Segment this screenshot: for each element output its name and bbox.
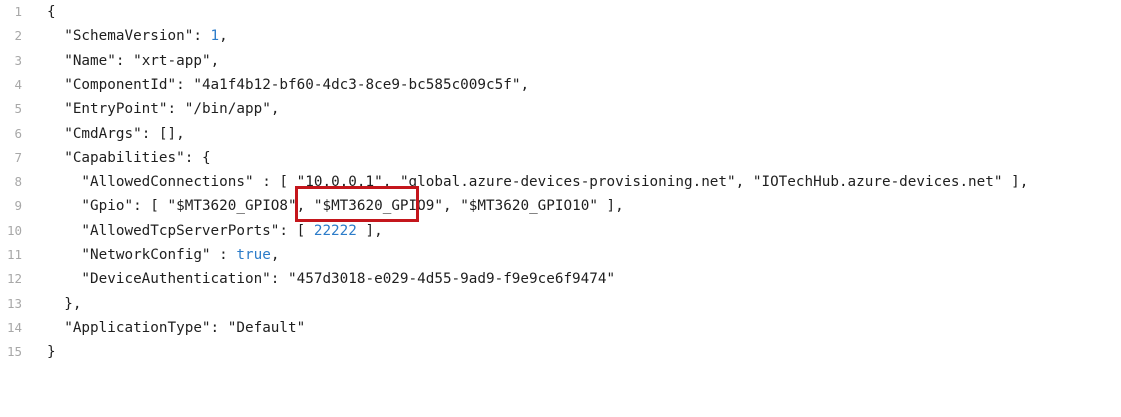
line-number: 12	[6, 271, 22, 287]
code-token-key: "ApplicationType"	[47, 319, 211, 336]
code-line[interactable]: 12 "DeviceAuthentication": "457d3018-e02…	[0, 267, 1121, 291]
code-line[interactable]: 11 "NetworkConfig" : true,	[0, 243, 1121, 267]
code-token-punc: }	[47, 344, 56, 361]
code-token-punc: : {	[184, 149, 211, 166]
code-token-str: "4a1f4b12-bf60-4dc3-8ce9-bc585c009c5f"	[193, 76, 521, 93]
code-token-key: "DeviceAuthentication"	[47, 271, 271, 288]
code-token-key: "NetworkConfig"	[47, 247, 211, 263]
code-text: {	[47, 0, 56, 24]
code-token-punc: : [	[253, 174, 297, 191]
code-token-punc: :	[210, 247, 237, 263]
code-token-punc: :	[193, 28, 211, 45]
code-token-str: "/bin/app"	[184, 101, 271, 118]
code-token-str: "global.azure-devices-provisioning.net"	[399, 174, 736, 191]
line-number: 10	[6, 222, 22, 238]
code-line[interactable]: 10 "AllowedTcpServerPorts": [ 22222 ],	[0, 219, 1121, 243]
line-number: 14	[6, 319, 22, 335]
code-token-str: "457d3018-e029-4d55-9ad9-f9e9ce6f9474"	[288, 271, 616, 288]
code-line[interactable]: 1{	[0, 0, 1121, 24]
code-line[interactable]: 7 "Capabilities": {	[0, 146, 1121, 170]
code-text: "NetworkConfig" : true,	[47, 243, 279, 267]
line-number: 13	[6, 295, 22, 311]
code-token-punc: ,	[210, 52, 220, 69]
line-number: 3	[14, 52, 22, 68]
code-token-key: "CmdArgs"	[47, 125, 142, 142]
code-token-punc: :	[167, 101, 185, 118]
code-line[interactable]: 4 "ComponentId": "4a1f4b12-bf60-4dc3-8ce…	[0, 73, 1121, 97]
code-token-key: "SchemaVersion"	[47, 28, 194, 45]
code-text: "Capabilities": {	[47, 146, 211, 170]
code-token-key: "Gpio"	[47, 198, 134, 215]
code-token-key: "EntryPoint"	[47, 101, 168, 118]
code-token-punc: ],	[356, 222, 383, 239]
code-text: "AllowedConnections" : [ "10.0.0.1", "gl…	[47, 170, 1028, 194]
code-token-str: "$MT3620_GPIO8"	[167, 198, 297, 215]
code-line[interactable]: 3 "Name": "xrt-app",	[0, 49, 1121, 73]
code-token-key: "ComponentId"	[47, 76, 177, 93]
code-text: "ComponentId": "4a1f4b12-bf60-4dc3-8ce9-…	[47, 73, 529, 97]
code-token-punc: ,	[735, 174, 753, 191]
code-token-punc: :	[210, 319, 228, 336]
code-token-punc: ,	[520, 76, 530, 93]
code-token-bool: true	[236, 247, 271, 263]
code-token-punc: : [	[133, 198, 168, 215]
code-token-punc: : [],	[141, 125, 185, 142]
code-token-punc: :	[270, 271, 289, 288]
code-token-str: "Default"	[227, 319, 306, 336]
code-text: "CmdArgs": [],	[47, 122, 185, 146]
code-line[interactable]: 6 "CmdArgs": [],	[0, 122, 1121, 146]
code-token-punc: ,	[219, 28, 228, 45]
line-number: 2	[14, 28, 22, 44]
code-token-key: "Name"	[47, 52, 116, 69]
code-line[interactable]: 9 "Gpio": [ "$MT3620_GPIO8", "$MT3620_GP…	[0, 194, 1121, 218]
code-token-str: "IOTechHub.azure-devices.net"	[752, 174, 1003, 191]
line-number: 6	[14, 125, 22, 141]
code-token-key: "AllowedTcpServerPorts"	[47, 222, 280, 239]
code-text: "AllowedTcpServerPorts": [ 22222 ],	[47, 219, 383, 243]
code-line[interactable]: 5 "EntryPoint": "/bin/app",	[0, 97, 1121, 121]
code-line[interactable]: 13 },	[0, 292, 1121, 316]
code-line[interactable]: 15}	[0, 340, 1121, 364]
code-text: },	[47, 292, 81, 316]
code-line[interactable]: 2 "SchemaVersion": 1,	[0, 24, 1121, 48]
code-token-num: 22222	[313, 222, 357, 239]
code-token-punc: :	[176, 76, 194, 93]
code-token-key: "AllowedConnections"	[47, 174, 254, 191]
code-token-punc: ],	[1002, 174, 1029, 191]
line-number: 5	[14, 101, 22, 117]
line-number: 4	[14, 76, 22, 92]
code-text: }	[47, 340, 56, 364]
code-text: "DeviceAuthentication": "457d3018-e029-4…	[47, 267, 615, 291]
code-token-num: 1	[210, 28, 220, 45]
code-editor[interactable]: 1{2 "SchemaVersion": 1, 3 "Name": "xrt-ap…	[0, 0, 1121, 417]
code-token-punc: :	[115, 52, 134, 69]
code-token-punc: {	[47, 4, 56, 20]
highlight-box-allowed-connections	[295, 186, 419, 222]
code-token-punc: },	[47, 295, 82, 312]
line-number: 1	[14, 4, 22, 19]
line-number: 15	[6, 344, 22, 360]
code-token-punc: ],	[597, 198, 624, 215]
code-line[interactable]: 8 "AllowedConnections" : [ "10.0.0.1", "…	[0, 170, 1121, 194]
code-token-punc: ,	[270, 247, 280, 263]
code-token-str: "xrt-app"	[133, 52, 211, 69]
code-text: "SchemaVersion": 1,	[47, 24, 228, 48]
code-line[interactable]: 14 "ApplicationType": "Default"	[0, 316, 1121, 340]
code-token-key: "Capabilities"	[47, 149, 185, 166]
line-number: 7	[14, 149, 22, 165]
code-text: "ApplicationType": "Default"	[47, 316, 305, 340]
code-text: "EntryPoint": "/bin/app",	[47, 97, 279, 121]
code-token-str: "$MT3620_GPIO10"	[460, 198, 598, 215]
line-number: 11	[6, 247, 22, 262]
line-number: 8	[14, 174, 22, 190]
line-number: 9	[14, 198, 22, 214]
code-token-punc: : [	[279, 222, 314, 239]
code-token-punc: ,	[270, 101, 280, 118]
code-text: "Name": "xrt-app",	[47, 49, 219, 73]
code-token-punc: ,	[442, 198, 461, 215]
